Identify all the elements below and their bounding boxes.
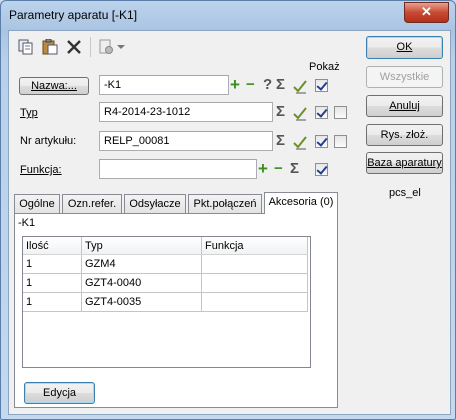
tab-references[interactable]: Ozn.refer. [62,194,122,213]
title-bar[interactable]: Parametry aparatu [-K1] ✕ [1,1,455,29]
cancel-button[interactable]: Anuluj [366,95,443,117]
check-edit-icon[interactable] [292,134,308,150]
dialog-client: Pokaż Nazwa:... -K1 + − ? Σ Typ R4-2014-… [8,30,451,415]
cell-type: GZT4-0035 [81,292,202,312]
sigma-icon[interactable]: Σ [276,104,285,120]
column-header-type[interactable]: Typ [81,237,202,255]
cell-qty: 1 [23,292,82,312]
minus-icon[interactable]: − [274,161,283,177]
toolbar-separator [90,37,91,57]
table-row[interactable]: 1 GZT4-0040 [23,273,308,293]
tab-connections[interactable]: Pkt.połączeń [188,194,262,213]
cell-type: GZT4-0040 [81,273,202,293]
cell-qty: 1 [23,273,82,293]
tab-crossrefs[interactable]: Odsyłacze [124,194,186,213]
accessories-panel: -K1 Ilość Typ Funkcja 1 GZM4 1 GZT4-0040… [14,213,338,408]
show-label: Pokaż [309,61,340,73]
type-extra-checkbox[interactable] [334,106,347,119]
function-field[interactable] [99,159,257,179]
check-edit-icon[interactable] [292,78,308,94]
cell-type: GZM4 [81,254,202,274]
name-button[interactable]: Nazwa:... [19,77,89,95]
dialog-window: Parametry aparatu [-K1] ✕ Pokaż Nazwa:..… [0,0,456,420]
accessories-grid[interactable]: Ilość Typ Funkcja 1 GZM4 1 GZT4-0040 1 G… [22,236,311,368]
question-icon[interactable]: ? [263,77,272,93]
delete-icon[interactable] [66,39,82,55]
minus-icon[interactable]: − [246,77,255,93]
ref-label: -K1 [18,217,36,229]
sigma-icon[interactable]: Σ [276,133,285,149]
draw-button[interactable]: Rys. złoż. [366,124,443,146]
cell-function [201,273,308,293]
paste-icon[interactable] [42,38,58,55]
base-button[interactable]: Baza aparatury [366,152,443,174]
cell-function [201,254,308,274]
article-field[interactable]: RELP_00081 [99,131,273,151]
article-show-checkbox[interactable] [315,135,328,148]
sigma-icon[interactable]: Σ [290,161,299,177]
column-header-function[interactable]: Funkcja [201,237,308,255]
column-header-qty[interactable]: Ilość [23,237,82,255]
table-row[interactable]: 1 GZT4-0035 [23,292,308,312]
table-row[interactable]: 1 GZM4 [23,254,308,274]
window-title: Parametry aparatu [-K1] [9,8,138,22]
check-edit-icon[interactable] [292,105,308,121]
type-field[interactable]: R4-2014-23-1012 [99,102,273,122]
ok-button[interactable]: OK [366,36,443,59]
sigma-icon[interactable]: Σ [276,77,285,93]
tab-general[interactable]: Ogólne [14,194,60,213]
type-label: Typ [20,107,38,119]
all-button[interactable]: Wszystkie [366,66,443,88]
name-show-checkbox[interactable] [315,79,328,92]
close-button[interactable]: ✕ [404,2,449,23]
cell-qty: 1 [23,254,82,274]
grid-header: Ilość Typ Funkcja [23,237,308,255]
name-field[interactable]: -K1 [99,75,229,95]
pcs-label: pcs_el [389,187,421,199]
function-show-checkbox[interactable] [315,163,328,176]
function-label: Funkcja: [20,164,62,176]
article-extra-checkbox[interactable] [334,135,347,148]
tab-accessories[interactable]: Akcesoria (0) [264,192,338,214]
copy-icon[interactable] [18,39,34,55]
page-settings-icon[interactable] [98,39,114,55]
chevron-down-icon[interactable] [116,40,126,56]
cell-function [201,292,308,312]
article-label: Nr artykułu: [20,135,77,147]
type-show-checkbox[interactable] [315,106,328,119]
plus-icon[interactable]: + [230,76,240,93]
plus-icon[interactable]: + [258,160,268,177]
edit-button[interactable]: Edycja [24,382,95,404]
